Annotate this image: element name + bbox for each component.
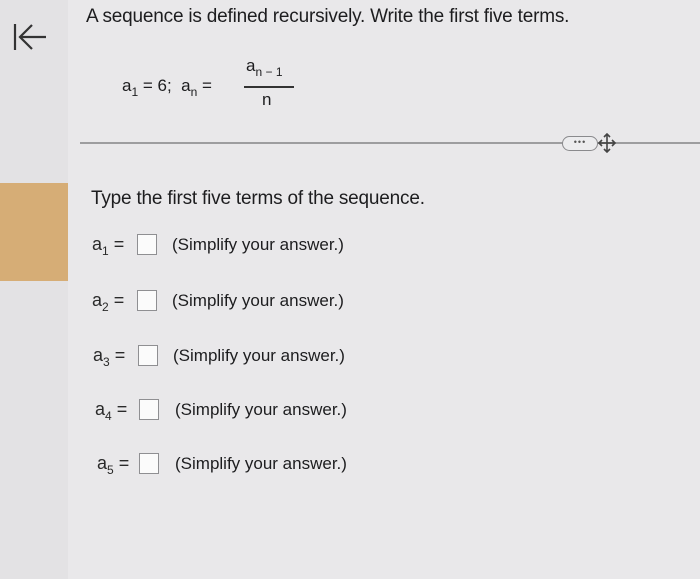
fraction-numerator: an − 1 xyxy=(246,56,283,79)
simplify-hint: (Simplify your answer.) xyxy=(175,454,347,473)
arrow-left-to-bar-icon xyxy=(13,24,46,50)
formula-a1-rest: = 6; xyxy=(138,76,182,95)
term-label: a3 = xyxy=(93,345,126,369)
term-sub: 2 xyxy=(102,300,109,314)
recursive-formula: a1 = 6; an = an − 1 n xyxy=(122,56,322,116)
fraction-denominator: n xyxy=(262,90,272,109)
simplify-hint: (Simplify your answer.) xyxy=(175,400,347,419)
answer-input-a1[interactable] xyxy=(137,234,157,255)
drag-handle[interactable] xyxy=(597,132,617,154)
term-row-2: a2 = (Simplify your answer.) xyxy=(92,288,392,316)
term-var: a xyxy=(97,453,108,473)
answer-input-a2[interactable] xyxy=(137,290,157,311)
formula-a1-sub: 1 xyxy=(131,85,139,99)
simplify-hint: (Simplify your answer.) xyxy=(172,291,344,310)
term-var: a xyxy=(93,345,104,365)
sidebar-highlight xyxy=(0,183,68,281)
term-eq: = xyxy=(108,234,125,254)
term-row-1: a1 = (Simplify your answer.) xyxy=(92,232,392,260)
numerator-sub: n − 1 xyxy=(255,65,283,79)
term-row-4: a4 = (Simplify your answer.) xyxy=(95,397,395,425)
term-label: a1 = xyxy=(92,234,125,258)
term-sub: 4 xyxy=(105,409,112,423)
fraction-bar xyxy=(244,86,294,88)
question-prompt: A sequence is defined recursively. Write… xyxy=(86,6,570,27)
left-sidebar xyxy=(0,0,68,579)
formula-base-case: a1 = 6; an = xyxy=(122,76,212,99)
answer-input-a3[interactable] xyxy=(138,345,158,366)
term-eq: = xyxy=(111,399,128,419)
term-row-3: a3 = (Simplify your answer.) xyxy=(93,343,393,371)
term-sub: 5 xyxy=(107,463,114,477)
term-row-5: a5 = (Simplify your answer.) xyxy=(97,451,397,479)
term-eq: = xyxy=(108,290,125,310)
formula-an-eq: = xyxy=(197,76,212,95)
term-var: a xyxy=(92,234,103,254)
simplify-hint: (Simplify your answer.) xyxy=(172,235,344,254)
formula-an-sub: n xyxy=(190,85,198,99)
formula-an-var: a xyxy=(181,76,191,95)
answer-input-a4[interactable] xyxy=(139,399,159,420)
term-label: a2 = xyxy=(92,290,125,314)
term-var: a xyxy=(92,290,103,310)
answer-instructions: Type the first five terms of the sequenc… xyxy=(91,188,425,209)
move-arrows-icon xyxy=(597,132,617,154)
back-button[interactable] xyxy=(10,18,50,58)
more-options-button[interactable]: ••• xyxy=(562,136,598,151)
term-sub: 3 xyxy=(103,355,110,369)
term-label: a4 = xyxy=(95,399,128,423)
answer-input-a5[interactable] xyxy=(139,453,159,474)
term-eq: = xyxy=(109,345,126,365)
term-var: a xyxy=(95,399,106,419)
term-eq: = xyxy=(113,453,130,473)
term-sub: 1 xyxy=(102,244,109,258)
term-label: a5 = xyxy=(97,453,130,477)
simplify-hint: (Simplify your answer.) xyxy=(173,346,345,365)
